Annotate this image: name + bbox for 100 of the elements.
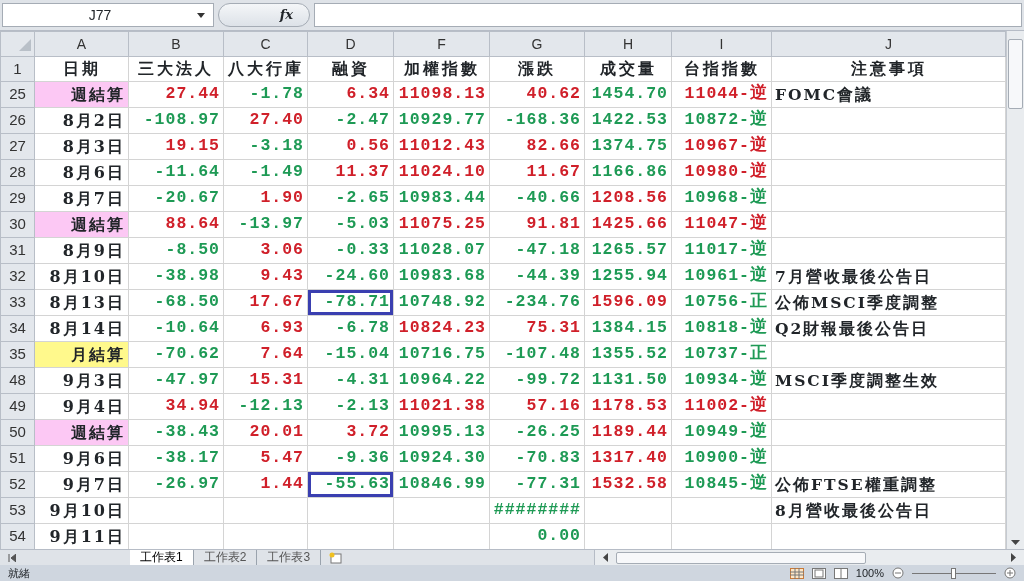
table-cell: -12.13 xyxy=(223,393,308,420)
table-cell: 1255.94 xyxy=(584,263,672,290)
row-header[interactable]: 35 xyxy=(0,341,35,368)
row-header[interactable]: 31 xyxy=(0,237,35,264)
insert-function-button[interactable]: fx xyxy=(279,5,293,25)
table-cell: -26.97 xyxy=(128,471,224,498)
table-header: 成交量 xyxy=(584,56,672,82)
scroll-right-icon[interactable] xyxy=(1011,553,1016,562)
table-cell: 11075.25 xyxy=(393,211,490,238)
row-header[interactable]: 27 xyxy=(0,133,35,160)
row-header[interactable]: 34 xyxy=(0,315,35,342)
table-cell: -68.50 xyxy=(128,289,224,316)
scrollbar-thumb[interactable] xyxy=(616,551,866,564)
column-header[interactable]: B xyxy=(128,31,224,57)
table-cell: 11098.13 xyxy=(393,81,490,108)
table-cell: FOMC會議 xyxy=(771,81,1006,108)
table-cell: -3.18 xyxy=(223,133,308,160)
sheet-tab[interactable]: 工作表1 xyxy=(130,550,194,565)
row-header[interactable]: 26 xyxy=(0,107,35,134)
table-cell: 11024.10 xyxy=(393,159,490,186)
new-sheet-icon[interactable] xyxy=(329,551,344,564)
normal-view-icon[interactable] xyxy=(789,567,804,579)
row-header[interactable]: 28 xyxy=(0,159,35,186)
row-header[interactable]: 29 xyxy=(0,185,35,212)
row-header[interactable]: 50 xyxy=(0,419,35,446)
row-header[interactable]: 48 xyxy=(0,367,35,394)
table-cell: 10949-逆 xyxy=(671,419,772,446)
table-cell: -55.63 xyxy=(307,471,394,498)
column-header[interactable]: D xyxy=(307,31,394,57)
table-cell: 11.37 xyxy=(307,159,394,186)
table-cell: 11012.43 xyxy=(393,133,490,160)
row-header[interactable]: 52 xyxy=(0,471,35,498)
table-cell: 11047-逆 xyxy=(671,211,772,238)
table-cell: 8月3日 xyxy=(34,133,129,160)
column-header[interactable]: F xyxy=(393,31,490,57)
zoom-level[interactable]: 100% xyxy=(855,566,884,580)
table-cell: 10929.77 xyxy=(393,107,490,134)
table-cell: 88.64 xyxy=(128,211,224,238)
table-cell: 7.64 xyxy=(223,341,308,368)
row-header[interactable]: 53 xyxy=(0,497,35,524)
table-cell: 1317.40 xyxy=(584,445,672,472)
column-header[interactable]: I xyxy=(671,31,772,57)
table-cell: -24.60 xyxy=(307,263,394,290)
row-header[interactable]: 33 xyxy=(0,289,35,316)
table-cell: 3.72 xyxy=(307,419,394,446)
table-cell: 0.56 xyxy=(307,133,394,160)
table-cell: 8月14日 xyxy=(34,315,129,342)
row-header[interactable]: 1 xyxy=(0,56,35,82)
table-cell: 1454.70 xyxy=(584,81,672,108)
table-cell: 週結算 xyxy=(34,419,129,446)
table-cell: 10845-逆 xyxy=(671,471,772,498)
table-cell: -2.47 xyxy=(307,107,394,134)
first-sheet-icon[interactable] xyxy=(8,553,16,562)
row-header[interactable]: 32 xyxy=(0,263,35,290)
table-header: 日期 xyxy=(34,56,129,82)
table-header: 加權指數 xyxy=(393,56,490,82)
table-cell: 週結算 xyxy=(34,81,129,108)
row-header[interactable]: 49 xyxy=(0,393,35,420)
row-header[interactable]: 25 xyxy=(0,81,35,108)
table-cell: -10.64 xyxy=(128,315,224,342)
table-cell: 19.15 xyxy=(128,133,224,160)
column-header[interactable]: A xyxy=(34,31,129,57)
table-cell: 10716.75 xyxy=(393,341,490,368)
table-cell: -2.13 xyxy=(307,393,394,420)
table-cell: 27.40 xyxy=(223,107,308,134)
table-cell: 11017-逆 xyxy=(671,237,772,264)
zoom-out-icon[interactable] xyxy=(892,567,904,579)
dropdown-icon[interactable] xyxy=(197,12,205,18)
table-cell: 1.44 xyxy=(223,471,308,498)
zoom-slider[interactable] xyxy=(912,567,996,579)
zoom-in-icon[interactable] xyxy=(1004,567,1016,579)
page-break-icon[interactable] xyxy=(833,567,848,579)
table-cell: 9月10日 xyxy=(34,497,129,524)
row-header[interactable]: 51 xyxy=(0,445,35,472)
scrollbar-thumb[interactable] xyxy=(1008,39,1023,109)
scroll-left-icon[interactable] xyxy=(603,553,608,562)
formula-field[interactable] xyxy=(314,3,1022,27)
table-cell: 10983.68 xyxy=(393,263,490,290)
table-cell: 20.01 xyxy=(223,419,308,446)
row-header[interactable]: 54 xyxy=(0,523,35,549)
table-cell: -44.39 xyxy=(489,263,585,290)
table-cell: 10737-正 xyxy=(671,341,772,368)
column-header[interactable]: G xyxy=(489,31,585,57)
row-header[interactable]: 30 xyxy=(0,211,35,238)
table-cell: 10818-逆 xyxy=(671,315,772,342)
table-cell: 1355.52 xyxy=(584,341,672,368)
table-cell: 27.44 xyxy=(128,81,224,108)
column-header[interactable]: J xyxy=(771,31,1006,57)
scroll-down-icon[interactable] xyxy=(1011,540,1020,545)
table-cell: 57.16 xyxy=(489,393,585,420)
table-cell: 10924.30 xyxy=(393,445,490,472)
table-cell: 10980-逆 xyxy=(671,159,772,186)
table-cell: 1374.75 xyxy=(584,133,672,160)
table-cell: ######## xyxy=(489,497,585,524)
table-cell: -38.98 xyxy=(128,263,224,290)
column-header[interactable]: H xyxy=(584,31,672,57)
page-layout-icon[interactable] xyxy=(811,567,826,579)
slider-thumb[interactable] xyxy=(951,568,956,579)
column-header[interactable]: C xyxy=(223,31,308,57)
table-cell: 91.81 xyxy=(489,211,585,238)
